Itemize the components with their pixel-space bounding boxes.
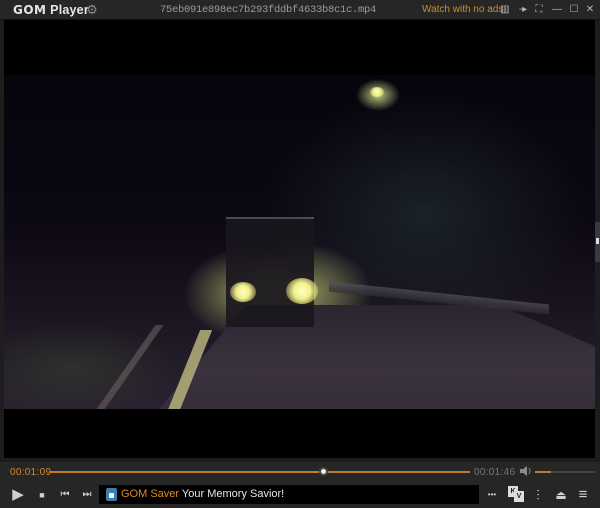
video-area[interactable] [4,20,595,458]
minimize-button[interactable]: — [551,3,563,17]
truck [226,217,314,327]
file-name: 75eb091e898ec7b293fddbf4633b8c1c.mp4 [160,4,377,16]
close-button[interactable]: ✕ [584,3,596,17]
video-frame-night-road [4,75,595,409]
maximize-button[interactable]: ☐ [568,3,580,17]
settings-gear-icon[interactable]: ⚙ [85,3,99,17]
equalizer-icon[interactable]: ⫶ [531,486,545,504]
ticker-brand: GOM Saver [121,488,180,500]
ticker-message: Your Memory Savior! [179,488,285,500]
app-logo: GOM Player [13,3,89,17]
headlight-right [286,278,318,304]
app-logo-player: Player [46,3,89,17]
headlight-left [230,282,256,302]
more-options-button[interactable]: ••• [485,486,499,504]
speaker-icon [520,466,531,476]
pin-on-top-icon[interactable]: -▸ [516,3,530,17]
play-button[interactable]: ▶ [10,486,26,504]
volume-icon[interactable] [520,466,532,479]
playlist-icon[interactable]: ▥ [499,3,511,17]
title-bar[interactable]: GOM Player ⚙ 75eb091e898ec7b293fddbf4633… [0,0,600,20]
eject-icon[interactable]: ⏏ [554,486,568,504]
next-button[interactable]: ⏭ [80,486,94,504]
stop-button[interactable]: ■ [36,486,48,504]
kv-control-icon[interactable]: K V [508,486,524,502]
street-lamp [370,87,384,97]
road [154,305,595,409]
total-time: 00:01:46 [474,467,516,478]
seek-thumb[interactable] [319,467,328,476]
kv-v: V [514,491,524,502]
app-logo-gom: GOM [13,3,47,17]
previous-button[interactable]: ⏮ [58,486,72,504]
seek-slider[interactable] [50,467,470,476]
gom-saver-icon [106,488,117,501]
resize-handle[interactable] [595,222,600,262]
menu-icon[interactable]: ≡ [576,486,590,504]
control-bar: ▶ ■ ⏮ ⏭ GOM Saver Your Memory Savior! ••… [0,482,600,508]
watch-with-no-ads-link[interactable]: Watch with no ads [422,4,503,15]
current-time: 00:01:09 [10,467,52,478]
volume-fill [535,471,552,473]
news-ticker[interactable]: GOM Saver Your Memory Savior! [99,485,479,504]
fullscreen-icon[interactable]: ⛶ [533,3,545,17]
ticker-text: GOM Saver Your Memory Savior! [121,488,284,500]
seek-bar-row: 00:01:09 00:01:46 [0,462,600,482]
volume-slider[interactable] [535,471,595,473]
